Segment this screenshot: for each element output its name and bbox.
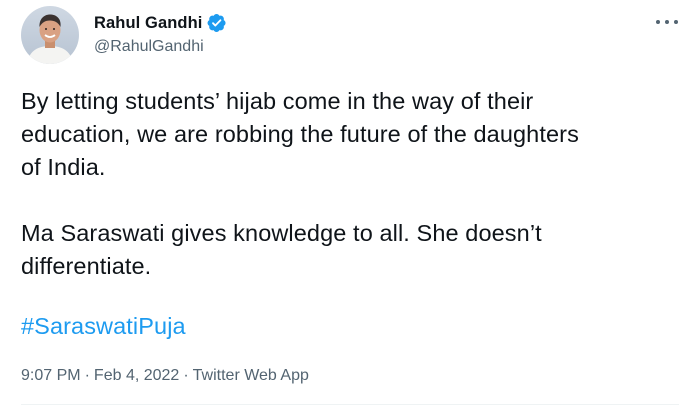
meta-separator: · <box>183 367 189 384</box>
more-dot <box>656 20 660 24</box>
hashtag-link[interactable]: #SaraswatiPuja <box>21 313 186 340</box>
author-handle[interactable]: @RahulGandhi <box>94 38 204 56</box>
avatar-image <box>21 6 79 64</box>
tweet-card: Rahul Gandhi @RahulGandhi By letting stu… <box>0 0 700 410</box>
author-display-name[interactable]: Rahul Gandhi <box>94 14 202 33</box>
divider <box>21 404 679 405</box>
profile-avatar[interactable] <box>21 6 79 64</box>
tweet-body-text: By letting students’ hijab come in the w… <box>21 88 579 279</box>
tweet-source[interactable]: Twitter Web App <box>193 367 309 385</box>
verified-badge-icon <box>207 13 227 33</box>
author-name-row[interactable]: Rahul Gandhi <box>94 12 227 34</box>
more-options-icon[interactable] <box>656 16 678 28</box>
more-dot <box>665 20 669 24</box>
tweet-date[interactable]: Feb 4, 2022 <box>94 367 179 385</box>
tweet-metadata: 9:07 PM · Feb 4, 2022 · Twitter Web App <box>21 367 309 385</box>
tweet-time[interactable]: 9:07 PM <box>21 367 81 385</box>
more-dot <box>674 20 678 24</box>
meta-separator: · <box>84 367 90 384</box>
